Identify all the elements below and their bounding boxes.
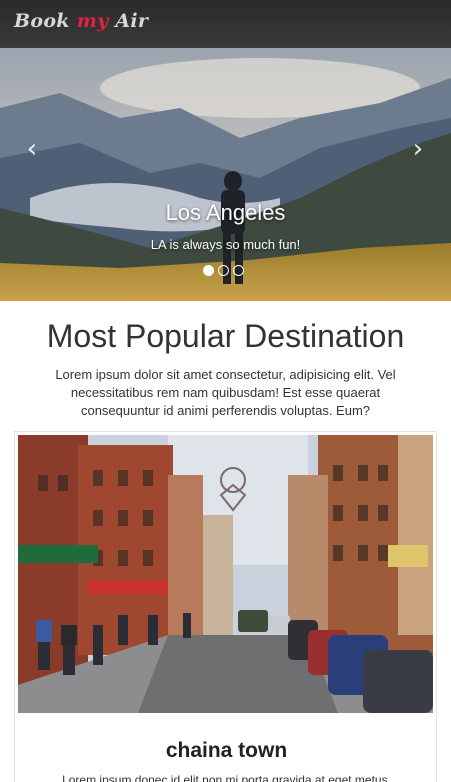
hero-carousel: ‹ › Los Angeles LA is always so much fun…: [0, 48, 451, 301]
carousel-indicator-2[interactable]: [218, 265, 229, 276]
carousel-slide-image: [0, 48, 451, 301]
carousel-prev-button[interactable]: ‹: [17, 134, 47, 164]
carousel-caption-text: LA is always so much fun!: [150, 237, 301, 252]
brand-logo[interactable]: Book my Air: [14, 10, 148, 32]
card-image: [18, 435, 433, 713]
carousel-indicators: [203, 265, 244, 276]
brand-text-part2: Air: [108, 10, 149, 32]
carousel-next-button[interactable]: ›: [403, 134, 433, 164]
carousel-caption-title: Los Angeles: [165, 200, 286, 225]
chevron-right-icon: ›: [412, 134, 424, 164]
section-description: Lorem ipsum dolor sit amet consectetur, …: [55, 367, 396, 418]
card-title: chaina town: [165, 739, 288, 762]
navbar: Book my Air: [0, 0, 451, 48]
chevron-left-icon: ‹: [26, 134, 38, 164]
carousel-indicator-1[interactable]: [203, 265, 214, 276]
carousel-indicator-3[interactable]: [233, 265, 244, 276]
destination-card[interactable]: chaina town Lorem ipsum donec id elit no…: [14, 431, 437, 782]
card-text: Lorem ipsum donec id elit non mi porta g…: [62, 773, 391, 782]
section-title: Most Popular Destination: [46, 318, 405, 354]
brand-text-accent: my: [76, 10, 109, 32]
brand-text-part1: Book: [14, 10, 77, 32]
